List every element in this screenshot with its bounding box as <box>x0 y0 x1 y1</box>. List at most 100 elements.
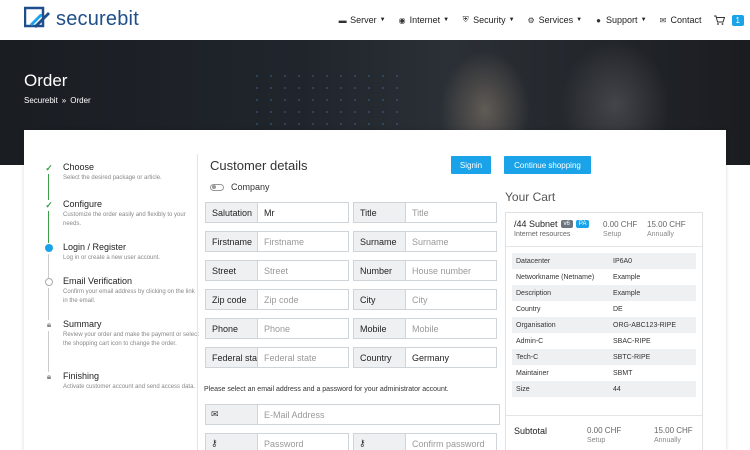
phone-field[interactable]: Phone Phone <box>205 318 349 339</box>
detail-key: Maintainer <box>516 369 549 377</box>
page-title: Order <box>24 71 68 90</box>
step-choose[interactable]: ✓ Choose Select the desired package or a… <box>44 162 199 200</box>
city-field[interactable]: City City <box>353 289 497 310</box>
surname-field[interactable]: Surname Surname <box>353 231 497 252</box>
cart-button[interactable]: 1 <box>714 14 744 26</box>
surname-input[interactable]: Surname <box>406 232 496 251</box>
signin-button[interactable]: Signin <box>451 156 491 174</box>
step-title: Finishing <box>63 371 100 381</box>
nav-server-label: Server <box>350 15 377 25</box>
nav-server[interactable]: ▬ Server ▼ <box>338 15 386 25</box>
zip-field[interactable]: Zip code Zip code <box>205 289 349 310</box>
nav-security[interactable]: ⛨ Security ▼ <box>461 15 515 25</box>
nav-support[interactable]: ● Support ▼ <box>594 15 646 25</box>
subtotal-label: Subtotal <box>514 426 548 436</box>
nav-services[interactable]: ⚙ Services ▼ <box>527 15 582 25</box>
phone-input[interactable]: Phone <box>258 319 348 338</box>
pending-step-icon <box>45 278 53 286</box>
salutation-select[interactable]: Mr <box>258 203 348 222</box>
company-toggle-row: Company <box>210 182 270 192</box>
title-input[interactable]: Title <box>406 203 496 222</box>
step-title: Email Verification <box>63 276 133 286</box>
logo[interactable]: securebit <box>23 6 139 32</box>
step-connector <box>48 288 49 320</box>
chevron-double-right-icon: » <box>61 96 67 105</box>
number-field[interactable]: Number House number <box>353 260 497 281</box>
subtotal-setup-price: 0.00 CHF <box>587 426 622 435</box>
title-field[interactable]: Title Title <box>353 202 497 223</box>
number-label: Number <box>354 261 406 280</box>
step-description: Customize the order easily and flexibly … <box>63 212 186 227</box>
cart-count-badge: 1 <box>731 14 744 26</box>
mobile-label: Mobile <box>354 319 406 338</box>
country-select[interactable]: Germany <box>406 348 496 367</box>
breadcrumb-current: Order <box>70 96 91 105</box>
step-login-register[interactable]: Login / Register Log in or create a new … <box>44 242 199 278</box>
nav-services-label: Services <box>538 15 574 25</box>
firstname-field[interactable]: Firstname Firstname <box>205 231 349 252</box>
street-field[interactable]: Street Street <box>205 260 349 281</box>
step-connector <box>48 331 49 372</box>
mobile-field[interactable]: Mobile Mobile <box>353 318 497 339</box>
detail-value: DE <box>613 305 623 313</box>
key-icon: ⚷ <box>206 434 258 450</box>
nav-internet-label: Internet <box>409 15 441 25</box>
federal-state-label: Federal state <box>206 348 258 367</box>
subtotal-annual: 15.00 CHF Annually <box>654 426 693 444</box>
chevron-down-icon: ▼ <box>379 17 386 23</box>
detail-value: 44 <box>613 385 621 393</box>
step-connector <box>48 211 49 243</box>
detail-value: Example <box>613 273 641 281</box>
cart-item-details: Datacenter IP6A0 Networkname (Netname) Exa… <box>512 253 696 397</box>
annual-price: 15.00 CHF <box>647 220 686 229</box>
nav-security-label: Security <box>473 15 506 25</box>
chevron-down-icon: ▼ <box>508 17 515 23</box>
zip-input[interactable]: Zip code <box>258 290 348 309</box>
firstname-input[interactable]: Firstname <box>258 232 348 251</box>
password-input[interactable]: Password <box>258 434 348 450</box>
check-icon: ✓ <box>45 199 53 210</box>
company-toggle[interactable] <box>210 183 224 191</box>
detail-key: Description <box>516 289 552 297</box>
server-icon: ▬ <box>338 15 347 25</box>
house-number-input[interactable]: House number <box>406 261 496 280</box>
shopping-cart-icon <box>714 15 726 25</box>
step-description: Log in or create a new user account. <box>63 255 161 261</box>
city-input[interactable]: City <box>406 290 496 309</box>
federal-state-field[interactable]: Federal state Federal state <box>205 347 349 368</box>
detail-row: Size 44 <box>512 381 696 397</box>
continue-shopping-button[interactable]: Continue shopping <box>504 156 591 174</box>
password-field[interactable]: ⚷ Password <box>205 433 349 450</box>
nav-contact[interactable]: ✉ Contact <box>659 15 702 25</box>
chevron-down-icon: ▼ <box>576 17 583 23</box>
country-field[interactable]: Country Germany <box>353 347 497 368</box>
check-icon: ✓ <box>45 162 53 173</box>
step-email-verification: Email Verification Confirm your email ad… <box>44 276 199 320</box>
firstname-label: Firstname <box>206 232 258 251</box>
detail-key: Country <box>516 305 541 313</box>
tag-badge: v6 <box>560 220 573 228</box>
step-title: Summary <box>63 319 102 329</box>
shield-icon: ⛨ <box>462 15 469 24</box>
detail-value: IP6A0 <box>613 257 633 265</box>
detail-row: Organisation ORG-ABC123-RIPE <box>512 317 696 333</box>
detail-key: Admin-C <box>516 337 544 345</box>
step-description: Confirm your email address by clicking o… <box>63 289 195 304</box>
step-configure[interactable]: ✓ Configure Customize the order easily a… <box>44 199 199 243</box>
detail-row: Description Example <box>512 285 696 301</box>
zip-label: Zip code <box>206 290 258 309</box>
nav-internet[interactable]: ◉ Internet ▼ <box>398 15 449 25</box>
street-input[interactable]: Street <box>258 261 348 280</box>
detail-row: Admin-C SBAC-RIPE <box>512 333 696 349</box>
confirm-password-input[interactable]: Confirm password <box>406 434 496 450</box>
confirm-password-field[interactable]: ⚷ Confirm password <box>353 433 497 450</box>
federal-state-input[interactable]: Federal state <box>258 348 348 367</box>
salutation-field[interactable]: Salutation Mr <box>205 202 349 223</box>
breadcrumb-home[interactable]: Securebit <box>24 96 58 105</box>
mobile-input[interactable]: Mobile <box>406 319 496 338</box>
email-field[interactable]: ✉ E-Mail Address <box>205 404 500 425</box>
globe-icon: ◉ <box>398 15 406 25</box>
divider <box>506 246 702 247</box>
lock-icon: 🔒︎ <box>46 372 52 381</box>
email-input[interactable]: E-Mail Address <box>258 405 499 424</box>
